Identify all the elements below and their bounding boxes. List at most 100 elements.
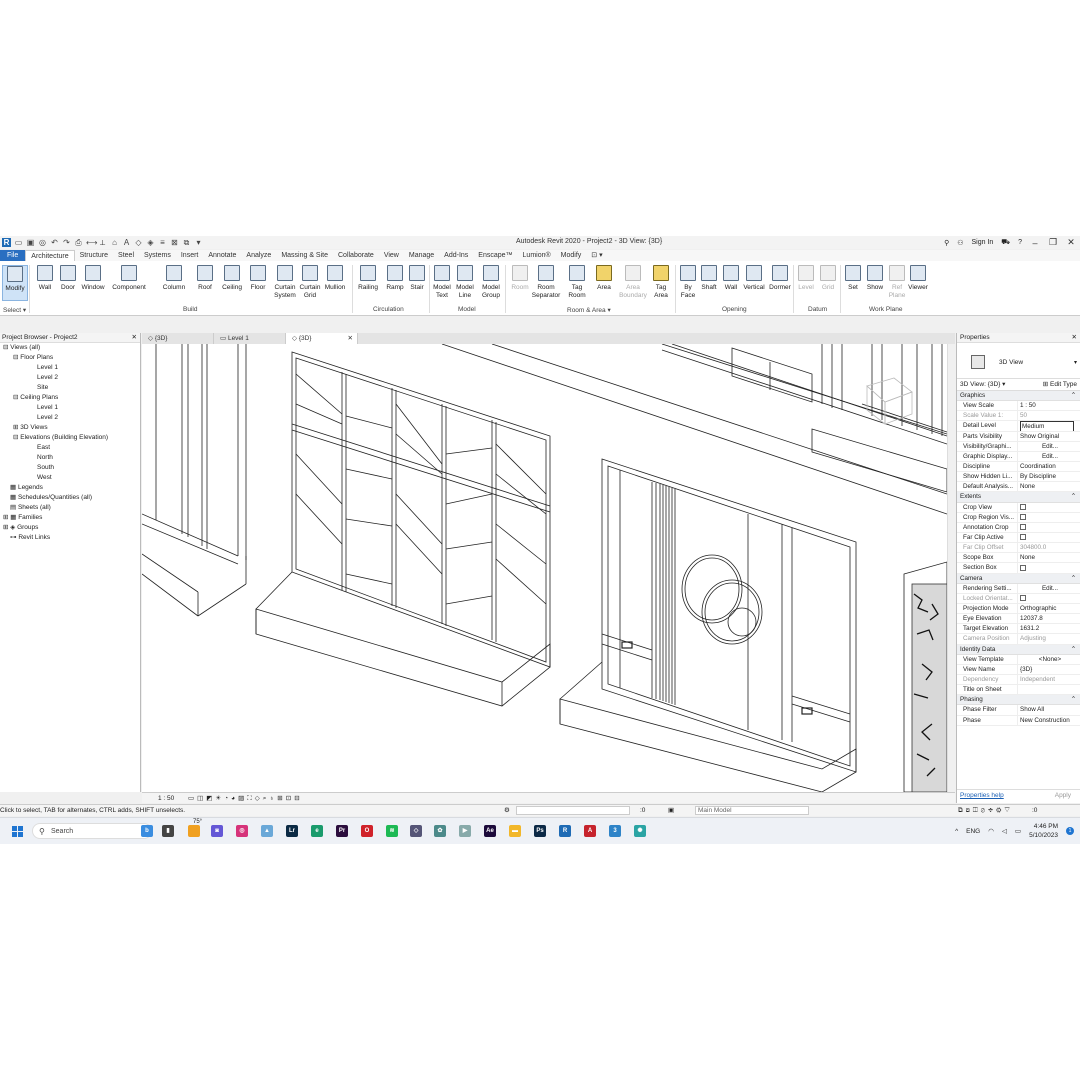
property-row[interactable]: View Name {3D} bbox=[957, 664, 1080, 675]
tab-collaborate[interactable]: Collaborate bbox=[333, 250, 379, 261]
edit-button[interactable]: Edit... bbox=[1020, 442, 1080, 451]
measure-icon[interactable]: ⟷ bbox=[86, 238, 97, 247]
contextual-tab-icon[interactable]: ⊡ ▾ bbox=[586, 250, 607, 261]
property-row[interactable]: Phase New Construction bbox=[957, 715, 1080, 726]
room-area-4-button[interactable]: Area Boundary bbox=[619, 265, 647, 309]
section-icon[interactable]: ◈ bbox=[146, 238, 155, 247]
redo-icon[interactable]: ↷ bbox=[62, 238, 71, 247]
property-value[interactable]: Edit... bbox=[1017, 583, 1080, 593]
build-panel-label[interactable]: Build bbox=[183, 306, 197, 313]
open-icon[interactable]: ▭ bbox=[14, 238, 23, 247]
edit-button[interactable]: Edit... bbox=[1020, 584, 1080, 593]
default-3d-icon[interactable]: ◇ bbox=[134, 238, 143, 247]
room-area-panel-label[interactable]: Room & Area ▾ bbox=[567, 306, 611, 314]
property-row[interactable]: Eye Elevation 12037.8 bbox=[957, 614, 1080, 625]
property-row[interactable]: Phase Filter Show All bbox=[957, 705, 1080, 716]
model-2-button[interactable]: Model Group bbox=[478, 265, 504, 309]
build-6-button[interactable]: Ceiling bbox=[219, 265, 245, 309]
battery-icon[interactable]: ▭ bbox=[1015, 827, 1021, 835]
property-row[interactable]: Crop Region Vis... bbox=[957, 512, 1080, 523]
property-row[interactable]: Parts Visibility Show Original bbox=[957, 431, 1080, 442]
datum-1-button[interactable]: Grid bbox=[815, 265, 841, 309]
photos-icon[interactable]: ▲ bbox=[261, 825, 273, 837]
property-value[interactable]: 12037.8 bbox=[1017, 614, 1080, 624]
tree-el-east[interactable]: East bbox=[37, 443, 50, 453]
property-value[interactable]: Edit... bbox=[1017, 451, 1080, 461]
property-value[interactable]: Edit... bbox=[1017, 441, 1080, 451]
3dsmax-icon[interactable]: 3 bbox=[609, 825, 621, 837]
windows-start-icon[interactable] bbox=[12, 826, 23, 837]
property-row[interactable]: View Template <None> bbox=[957, 654, 1080, 665]
thin-lines-icon[interactable]: ≡ bbox=[158, 238, 167, 247]
property-row[interactable]: Detail Level Medium bbox=[957, 421, 1080, 432]
tab-steel[interactable]: Steel bbox=[113, 250, 139, 261]
property-value[interactable]: Show Original bbox=[1017, 431, 1080, 441]
collapse-icon[interactable]: ⌃ bbox=[1071, 645, 1076, 655]
property-row[interactable]: Far Clip Active bbox=[957, 532, 1080, 544]
design-options-icon[interactable]: ▣ bbox=[668, 805, 674, 817]
opening-4-button[interactable]: Dormer bbox=[767, 265, 793, 309]
property-value[interactable]: Medium bbox=[1017, 421, 1080, 431]
teams-icon[interactable]: ◙ bbox=[211, 825, 223, 837]
cart-icon[interactable]: ⛟ bbox=[1001, 238, 1010, 247]
tab-architecture[interactable]: Architecture bbox=[25, 249, 75, 262]
tab-enscape-[interactable]: Enscape™ bbox=[473, 250, 517, 261]
app-icon[interactable]: ◇ bbox=[410, 825, 422, 837]
tab-insert[interactable]: Insert bbox=[176, 250, 204, 261]
tree-legends[interactable]: ▦ Legends bbox=[10, 483, 43, 493]
opening-panel-label[interactable]: Opening bbox=[722, 306, 747, 313]
autocad-icon[interactable]: A bbox=[584, 825, 596, 837]
edit-button[interactable]: <None> bbox=[1020, 655, 1080, 664]
checkbox[interactable] bbox=[1020, 534, 1026, 541]
property-row[interactable]: Section Box bbox=[957, 563, 1080, 574]
opening-3-button[interactable]: Vertical bbox=[741, 265, 767, 309]
tree-fp-site[interactable]: Site bbox=[37, 383, 48, 393]
room-area-3-button[interactable]: Area bbox=[591, 265, 617, 309]
checkbox[interactable] bbox=[1020, 503, 1026, 510]
chevron-down-icon[interactable]: ▾ bbox=[1074, 359, 1077, 366]
modify-button[interactable]: Modify bbox=[2, 265, 28, 301]
sketchup-icon[interactable]: ✿ bbox=[434, 825, 446, 837]
property-row[interactable]: Show Hidden Li... By Discipline bbox=[957, 472, 1080, 483]
notification-badge[interactable]: 1 bbox=[1066, 827, 1074, 835]
datum-panel-label[interactable]: Datum bbox=[808, 306, 827, 313]
3d-view-canvas[interactable] bbox=[142, 344, 947, 792]
collapse-icon[interactable]: ⌃ bbox=[1071, 695, 1076, 705]
tag-icon[interactable]: ⌂ bbox=[110, 238, 119, 247]
tree-el-north[interactable]: North bbox=[37, 453, 53, 463]
view-scale[interactable]: 1 : 50 bbox=[158, 793, 174, 804]
property-value[interactable]: 1 : 50 bbox=[1017, 401, 1080, 411]
undo-icon[interactable]: ↶ bbox=[50, 238, 59, 247]
sync-icon[interactable]: ◎ bbox=[38, 238, 47, 247]
property-row[interactable]: Scope Box None bbox=[957, 553, 1080, 564]
workset-icon[interactable]: ⚙ bbox=[504, 805, 510, 817]
work-plane-panel-label[interactable]: Work Plane bbox=[869, 306, 902, 313]
property-value[interactable]: Orthographic bbox=[1017, 603, 1080, 614]
copilot-icon[interactable]: b bbox=[141, 825, 153, 837]
build-5-button[interactable]: Roof bbox=[192, 265, 218, 309]
property-value[interactable]: <None> bbox=[1017, 654, 1080, 664]
property-value[interactable] bbox=[1017, 532, 1080, 543]
after-effects-icon[interactable]: Ae bbox=[484, 825, 496, 837]
property-value[interactable] bbox=[1017, 563, 1080, 573]
properties-help-link[interactable]: Properties help bbox=[957, 792, 1004, 799]
opera-icon[interactable]: O bbox=[361, 825, 373, 837]
collapse-icon[interactable]: ⌃ bbox=[1071, 391, 1076, 401]
room-area-0-button[interactable]: Room bbox=[507, 265, 533, 309]
maximize-button[interactable]: ❐ bbox=[1048, 237, 1058, 248]
property-value[interactable]: {3D} bbox=[1017, 664, 1080, 674]
edit-button[interactable]: Edit... bbox=[1020, 452, 1080, 461]
property-row[interactable]: Far Clip Offset 304800.0 bbox=[957, 543, 1080, 554]
wifi-icon[interactable]: ◠ bbox=[988, 827, 994, 835]
tray-chevron-icon[interactable]: ^ bbox=[955, 828, 958, 835]
build-3-button[interactable]: Component bbox=[112, 265, 146, 309]
property-row[interactable]: Discipline Coordination bbox=[957, 461, 1080, 473]
tab-view[interactable]: View bbox=[379, 250, 404, 261]
language-indicator[interactable]: ENG bbox=[966, 828, 980, 835]
view-tab-level-1[interactable]: ▭ Level 1 bbox=[214, 333, 286, 344]
tab-annotate[interactable]: Annotate bbox=[203, 250, 241, 261]
property-row[interactable]: Rendering Setti... Edit... bbox=[957, 583, 1080, 594]
property-value[interactable]: None bbox=[1017, 553, 1080, 563]
sign-in-link[interactable]: Sign In bbox=[971, 239, 993, 246]
tab-analyze[interactable]: Analyze bbox=[241, 250, 276, 261]
